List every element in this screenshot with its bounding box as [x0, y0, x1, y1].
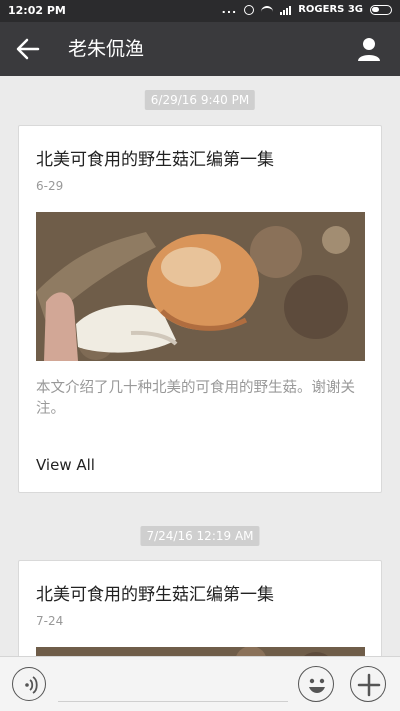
wifi-icon — [261, 5, 274, 14]
input-toolbar — [0, 656, 400, 711]
app-header: 老朱侃渔 — [0, 22, 400, 76]
article-date: 6-29 — [36, 179, 64, 193]
back-arrow-icon[interactable] — [16, 38, 40, 60]
article-title: 北美可食用的野生菇汇编第一集 — [36, 585, 274, 605]
article-date: 7-24 — [36, 614, 64, 628]
battery-icon — [370, 4, 392, 15]
status-icons: ... ROGERS 3G — [222, 3, 392, 16]
message-list[interactable]: 6/29/16 9:40 PM 北美可食用的野生菇汇编第一集 6-29 本文介绍… — [0, 76, 400, 656]
article-title: 北美可食用的野生菇汇编第一集 — [36, 150, 274, 170]
status-bar: 12:02 PM ... ROGERS 3G — [0, 0, 400, 22]
mushroom-image — [36, 212, 365, 361]
status-time: 12:02 PM — [8, 4, 66, 17]
voice-icon[interactable] — [12, 667, 46, 701]
view-all-link[interactable]: View All — [36, 456, 95, 474]
article-description: 本文介绍了几十种北美的可食用的野生菇。谢谢关注。 — [36, 380, 355, 417]
message-timestamp: 6/29/16 9:40 PM — [144, 90, 256, 110]
message-timestamp: 7/24/16 12:19 AM — [140, 526, 260, 546]
message-input[interactable] — [58, 701, 288, 702]
emoji-icon[interactable] — [298, 666, 334, 702]
person-icon[interactable] — [356, 36, 382, 62]
page-title: 老朱侃渔 — [68, 38, 145, 60]
notification-dots: ... — [221, 3, 238, 16]
carrier-label: ROGERS 3G — [298, 4, 363, 15]
article-card[interactable]: 北美可食用的野生菇汇编第一集 6-29 本文介绍了几十种北美的可食用的野生菇。谢… — [18, 125, 382, 493]
mushroom-image — [36, 647, 365, 656]
article-card[interactable]: 北美可食用的野生菇汇编第一集 7-24 — [18, 560, 382, 656]
plus-icon[interactable] — [350, 666, 386, 702]
alarm-icon — [244, 4, 255, 15]
signal-icon — [280, 5, 292, 15]
